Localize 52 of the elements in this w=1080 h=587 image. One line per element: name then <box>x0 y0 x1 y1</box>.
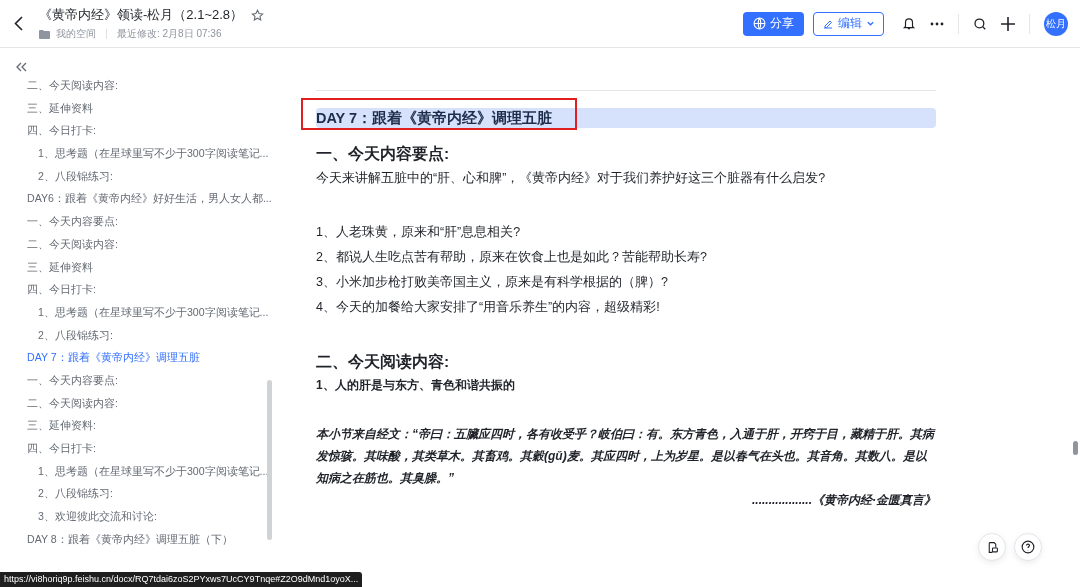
heading: 二、今天阅读内容: <box>316 352 451 372</box>
caret-icon <box>866 19 875 28</box>
help-icon <box>1021 540 1035 554</box>
collapse-icon[interactable] <box>15 62 27 72</box>
edit-button[interactable]: 编辑 <box>813 11 884 36</box>
help-button[interactable] <box>1014 533 1042 561</box>
outline-item[interactable]: 2、八段锦练习: <box>0 482 113 506</box>
document-title: 《黄帝内经》领读-松月（2.1~2.8） <box>39 6 244 24</box>
outline-item[interactable]: 二、今天阅读内容: <box>0 232 118 256</box>
user-avatar[interactable]: 松月 <box>1044 11 1068 36</box>
list-item: 4、今天的加餐给大家安排了“用音乐养生”的内容，超级精彩! <box>316 299 661 316</box>
outline-item[interactable]: 1、思考题（在星球里写不少于300字阅读笔记... <box>0 142 269 165</box>
outline-item[interactable]: 一、今天内容要点: <box>0 210 118 233</box>
outline-item[interactable]: 四、今日打卡: <box>0 278 96 301</box>
outline-item[interactable]: DAY6：跟着《黄帝内经》好好生活，男人女人都... <box>0 187 272 211</box>
more-icon[interactable] <box>930 21 944 26</box>
outline-item[interactable]: DAY 7：跟着《黄帝内经》调理五脏 <box>0 346 200 369</box>
bell-icon[interactable] <box>902 16 916 31</box>
location-link[interactable]: 我的空间 <box>56 27 96 41</box>
subheading: 1、人的肝是与东方、青色和谐共振的 <box>316 377 516 394</box>
paragraph: 今天来讲解五脏中的“肝、心和脾”，《黄帝内经》对于我们养护好这三个脏器有什么启发? <box>316 170 827 187</box>
modified-time: 最近修改: 2月8日 07:36 <box>117 27 222 41</box>
list-item: 1、人老珠黄，原来和“肝”息息相关? <box>316 224 522 241</box>
outline-item[interactable]: 四、今日打卡: <box>0 119 96 143</box>
heading: 一、今天内容要点: <box>316 144 451 164</box>
outline-item[interactable]: 1、思考题（在星球里写不少于300字阅读笔记... <box>0 300 269 324</box>
scrollbar[interactable] <box>267 380 272 540</box>
quote-source: ..................《黄帝内经·金匮真言》 <box>751 492 936 509</box>
outline-item[interactable]: 3、欢迎彼此交流和讨论: <box>0 505 157 528</box>
folder-icon <box>39 29 50 39</box>
outline-item[interactable]: 三、延伸资料: <box>0 414 96 437</box>
search-icon[interactable] <box>973 16 987 31</box>
outline-item[interactable]: 2、八段锦练习: <box>0 164 113 188</box>
outline-item[interactable]: 二、今天阅读内容: <box>0 74 118 97</box>
outline-item[interactable]: 一、今天内容要点: <box>0 368 118 392</box>
plus-icon[interactable] <box>1001 16 1015 31</box>
quote-paragraph: 本小节来自经文：“帝曰：五臟应四时，各有收受乎？岐伯曰：有。东方青色，入通于肝，开窍于目，藏精于肝。其病发惊骇。其味酸，其类草木。其畜鸡。其穀(gǔ)麦。其应四时，上为岁星。是以春气在头也。其音角。其数八。是以知病之在筋也。其臭臊。” <box>316 426 936 487</box>
scrollbar[interactable] <box>1073 441 1078 455</box>
list-item: 3、小米加步枪打败美帝国主义，原来是有科学根据的（脾）? <box>316 274 669 291</box>
outline-item[interactable]: 四、今日打卡: <box>0 437 96 460</box>
star-icon[interactable] <box>251 8 265 22</box>
outline-item[interactable]: 二、今天阅读内容: <box>0 391 118 415</box>
outline-item[interactable]: 2、八段锦练习: <box>0 323 113 347</box>
list-item: 2、都说人生吃点苦有帮助，原来在饮食上也是如此？苦能帮助长寿? <box>316 249 708 266</box>
link-url-tooltip: https://vi8horiq9p.feishu.cn/docx/RQ7tdai6zoS2PYxws7UcCY9Tnqe#Z2O9dMnd1oyoX... <box>0 572 363 587</box>
share-button[interactable]: 分享 <box>743 11 804 36</box>
globe-icon <box>753 17 766 30</box>
outline-item[interactable]: 三、延伸资料 <box>0 96 93 120</box>
comment-button[interactable] <box>978 533 1006 561</box>
outline-item[interactable]: DAY 8：跟着《黄帝内经》调理五脏（下） <box>0 527 233 551</box>
outline-item[interactable]: 三、延伸资料 <box>0 255 93 279</box>
back-icon[interactable] <box>14 16 23 31</box>
